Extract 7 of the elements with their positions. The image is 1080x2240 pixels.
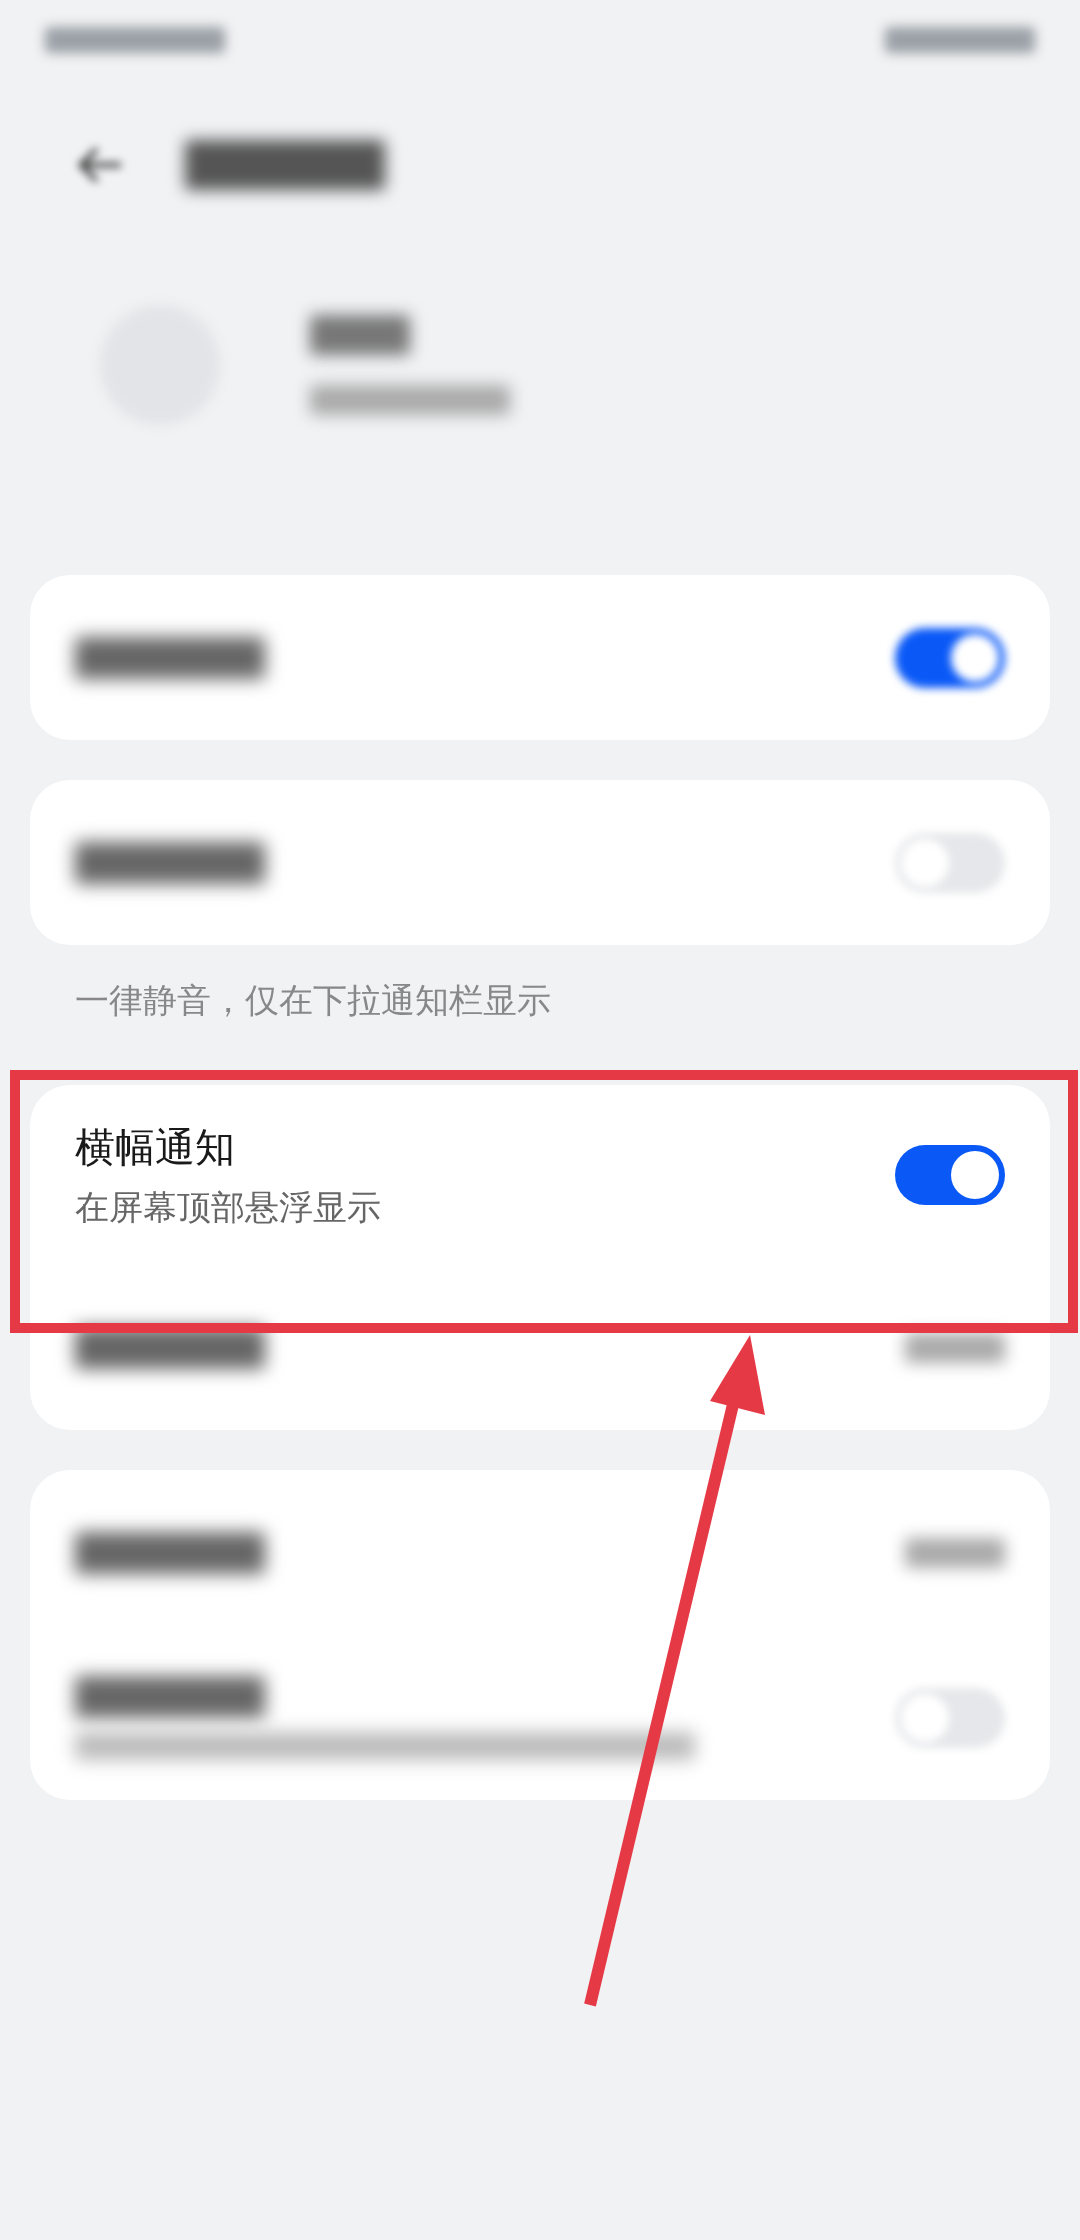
- toggle-switch[interactable]: [895, 1687, 1005, 1748]
- toggle-switch[interactable]: [895, 627, 1005, 688]
- section-footer: 一律静音，仅在下拉通知栏显示: [30, 945, 1050, 1085]
- toggle-switch[interactable]: [895, 832, 1005, 893]
- setting-description: 在屏幕顶部悬浮显示: [75, 1186, 381, 1228]
- setting-title: 横幅通知: [75, 1123, 236, 1172]
- toggle-switch[interactable]: [895, 1145, 1005, 1205]
